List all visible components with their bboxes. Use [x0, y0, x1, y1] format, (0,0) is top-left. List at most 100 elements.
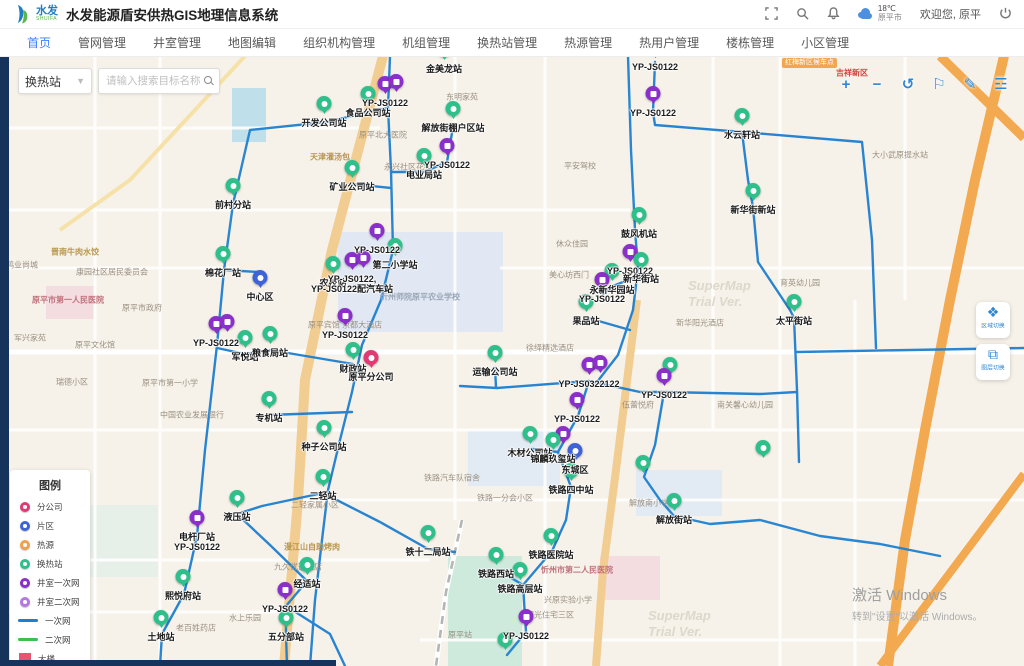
map-pin-YP-JS0122[interactable] — [220, 314, 235, 329]
map-pin-液压站[interactable] — [230, 490, 245, 505]
map-pin-铁路高层站[interactable] — [513, 562, 528, 577]
basemap-label: 徐绎精选酒店 — [526, 343, 574, 354]
井室一次网-pin-icon — [20, 578, 30, 588]
map-pin-军悦站[interactable] — [238, 330, 253, 345]
map-pin-YP-JS0122[interactable] — [570, 392, 585, 407]
basemap-label: 瑞德小区 — [56, 377, 88, 388]
map-pin-财政站[interactable] — [346, 342, 361, 357]
magnifier-icon[interactable] — [204, 76, 214, 86]
basemap-label: 新华阳光酒店 — [676, 318, 724, 329]
map-pin-新华街新站[interactable] — [746, 183, 761, 198]
basemap-label: 鸿业尚城 — [6, 260, 38, 271]
map-pin-解放街棚户区站[interactable] — [446, 101, 461, 116]
area-switch-button[interactable]: ❖区域切换 — [976, 302, 1010, 338]
map-pin-电杆厂站[interactable] — [190, 510, 205, 525]
map-pin-unnamed[interactable] — [756, 440, 771, 455]
reset-view-icon[interactable]: ↺ — [899, 76, 917, 94]
map-pin-新华街站[interactable] — [634, 252, 649, 267]
tab-热用户管理[interactable]: 热用户管理 — [639, 34, 699, 51]
map-pin-开发公司站[interactable] — [317, 96, 332, 111]
legend-item-一次网: 一次网 — [18, 611, 82, 630]
marker-label-液压站: 液压站 — [223, 512, 250, 522]
tab-楼栋管理[interactable]: 楼栋管理 — [726, 34, 774, 51]
search-input[interactable] — [104, 74, 204, 88]
logout-icon[interactable] — [999, 7, 1012, 22]
tab-机组管理[interactable]: 机组管理 — [402, 34, 450, 51]
basemap-label: 忻州市第二人民医院 — [541, 565, 613, 576]
search-category-select[interactable]: 换热站 ▼ — [18, 68, 92, 94]
welcome-text: 欢迎您, 原平 — [920, 6, 981, 22]
basemap-label: 天津灌汤包 — [310, 152, 350, 163]
map-pin-专机站[interactable] — [262, 391, 277, 406]
map-pin-YP-JS0322122[interactable] — [593, 355, 608, 370]
layer-switch-button[interactable]: ⧉图层切换 — [976, 344, 1010, 380]
tab-组织机构管理[interactable]: 组织机构管理 — [303, 34, 375, 51]
map-pin-运输公司站[interactable] — [488, 345, 503, 360]
search-icon[interactable] — [796, 7, 809, 22]
map-pin-铁路西站[interactable] — [489, 547, 504, 562]
map-pin-YP-JS0122[interactable] — [440, 138, 455, 153]
tab-管网管理[interactable]: 管网管理 — [78, 34, 126, 51]
map-pin-YP-JS0122[interactable] — [646, 86, 661, 101]
map-pin-YP-JS0122[interactable] — [657, 368, 672, 383]
marker-label-YP-JS0122: YP-JS0122 — [632, 62, 678, 72]
map-pin-YP-JS0122[interactable] — [389, 74, 404, 89]
map-pin-木材公司站[interactable] — [523, 426, 538, 441]
marker-label-YP-JS0122: YP-JS0122 — [424, 160, 470, 170]
map-pin-棉花厂站[interactable] — [216, 246, 231, 261]
basemap-label: 原平市第一小学 — [142, 378, 198, 389]
legend-item-二次网: 二次网 — [18, 630, 82, 649]
map-pin-种子公司站[interactable] — [317, 420, 332, 435]
marker-label-YP-JS0122: YP-JS0122 — [503, 631, 549, 641]
legend-label: 二次网 — [45, 634, 71, 646]
measure-icon[interactable]: ✎ — [961, 76, 979, 94]
layer-list-icon[interactable]: ☲ — [992, 76, 1010, 94]
tab-换热站管理[interactable]: 换热站管理 — [477, 34, 537, 51]
bell-icon[interactable] — [827, 7, 840, 22]
basemap-label: 伍蕾悦府 — [622, 400, 654, 411]
basemap-label: 休众佳园 — [556, 239, 588, 250]
marker-label-鼓风机站: 鼓风机站 — [621, 229, 657, 239]
map-pin-unnamed[interactable] — [636, 455, 651, 470]
fullscreen-icon[interactable] — [765, 7, 778, 22]
map-pin-铁路医院站[interactable] — [544, 528, 559, 543]
map-pin-农校站[interactable] — [326, 256, 341, 271]
map-pin-太平街站[interactable] — [787, 294, 802, 309]
marker-label-YP-JS0122,: YP-JS0122,YP-JS0122配汽车站 — [311, 274, 393, 295]
tab-热源管理[interactable]: 热源管理 — [564, 34, 612, 51]
tab-井室管理[interactable]: 井室管理 — [153, 34, 201, 51]
basemap-label: 水上乐园 — [229, 613, 261, 624]
map-pin-水云轩站[interactable] — [735, 108, 750, 123]
热源-pin-icon — [20, 540, 30, 550]
换热站-pin-icon — [20, 559, 30, 569]
map-pin-YP-JS0122[interactable] — [519, 609, 534, 624]
map-pin-铁十二局站[interactable] — [421, 525, 436, 540]
map-pin-经适站[interactable] — [300, 557, 315, 572]
map-pin-YP-JS0122[interactable] — [338, 308, 353, 323]
marker-label-解放街棚户区站: 解放街棚户区站 — [421, 123, 484, 133]
tab-小区管理[interactable]: 小区管理 — [801, 34, 849, 51]
tab-地图编辑[interactable]: 地图编辑 — [228, 34, 276, 51]
map-pin-原平分公司[interactable] — [364, 350, 379, 365]
zoom-in-icon[interactable]: + — [837, 76, 855, 94]
map-pin-熙悦府站[interactable] — [176, 569, 191, 584]
marker-label-太平街站: 太平街站 — [776, 316, 812, 326]
map-pin-粮食局站[interactable] — [263, 326, 278, 341]
map-pin-二轻站[interactable] — [316, 469, 331, 484]
clear-flag-icon[interactable]: ⚐ — [930, 76, 948, 94]
zoom-out-icon[interactable]: − — [868, 76, 886, 94]
map-canvas[interactable]: 换热站 ▼ +−↺⚐✎☲ 图例 分公司片区热源换热站井室一次网井室二次网一次网二… — [0, 56, 1024, 666]
marker-label-解放街站: 解放街站 — [656, 515, 692, 525]
map-pin-矿业公司站[interactable] — [345, 160, 360, 175]
marker-label-YP-JS0122: YP-JS0122 — [193, 338, 239, 348]
map-pin-YP-JS0122[interactable] — [278, 582, 293, 597]
map-pin-土地站[interactable] — [154, 610, 169, 625]
map-pin-中心区[interactable] — [253, 270, 268, 285]
map-pin-鼓风机站[interactable] — [632, 207, 647, 222]
map-pin-YP-JS0122[interactable] — [370, 223, 385, 238]
tab-首页[interactable]: 首页 — [27, 34, 51, 51]
map-pin-锦麟玖玺站[interactable] — [546, 432, 561, 447]
map-pin-解放街站[interactable] — [667, 493, 682, 508]
map-pin-前村分站[interactable] — [226, 178, 241, 193]
area-switch-icon: ❖ — [976, 304, 1010, 320]
